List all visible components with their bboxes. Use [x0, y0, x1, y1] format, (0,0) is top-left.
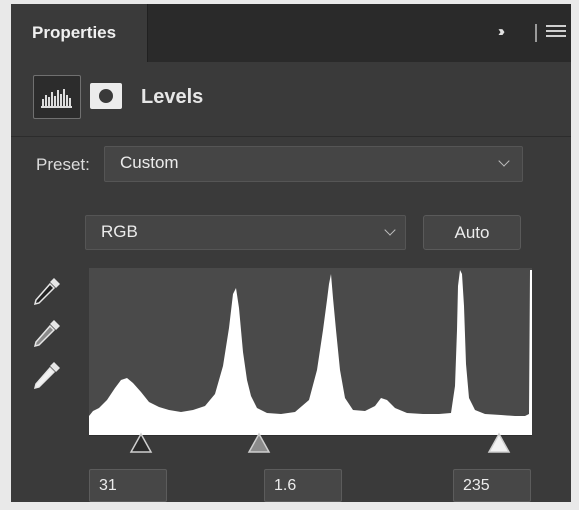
chevron-down-icon	[384, 224, 396, 236]
auto-button[interactable]: Auto	[423, 215, 521, 250]
white-point-eyedropper-icon[interactable]	[29, 358, 65, 392]
tab-properties[interactable]: Properties	[11, 4, 148, 62]
screen-border-right	[571, 0, 579, 510]
gray-point-eyedropper-icon[interactable]	[29, 316, 65, 350]
black-point-slider-thumb[interactable]	[129, 432, 153, 454]
histogram-curve	[89, 270, 532, 435]
tab-bar-divider	[535, 24, 537, 42]
white-point-slider-thumb[interactable]	[487, 432, 511, 454]
preset-value: Custom	[120, 153, 179, 172]
layer-mask-icon[interactable]	[90, 83, 122, 109]
levels-histogram-icon[interactable]	[33, 75, 81, 119]
levels-header: Levels	[11, 62, 571, 137]
double-chevron-icon[interactable]: ›››	[498, 22, 520, 42]
channel-value: RGB	[101, 222, 138, 241]
preset-dropdown[interactable]: Custom	[104, 146, 523, 182]
midtone-slider-thumb[interactable]	[247, 432, 271, 454]
chevron-down-icon	[498, 155, 510, 167]
tab-properties-label: Properties	[32, 23, 117, 42]
midtone-input-field[interactable]: 1.6	[264, 469, 342, 502]
white-input-field[interactable]: 235	[453, 469, 531, 502]
panel-tab-bar: Properties ›››	[11, 4, 571, 62]
properties-panel: Properties ››› Levels Preset: Custom RGB…	[11, 4, 571, 502]
black-point-eyedropper-icon[interactable]	[29, 274, 65, 308]
black-input-field[interactable]: 31	[89, 469, 167, 502]
screen-border-left	[0, 0, 11, 510]
panel-menu-icon[interactable]	[546, 25, 566, 41]
channel-dropdown[interactable]: RGB	[85, 215, 406, 250]
panel-title: Levels	[141, 86, 204, 108]
input-slider-track	[89, 435, 532, 436]
levels-histogram	[89, 268, 532, 435]
screen-border-bottom	[0, 502, 579, 510]
preset-label: Preset:	[36, 155, 90, 174]
